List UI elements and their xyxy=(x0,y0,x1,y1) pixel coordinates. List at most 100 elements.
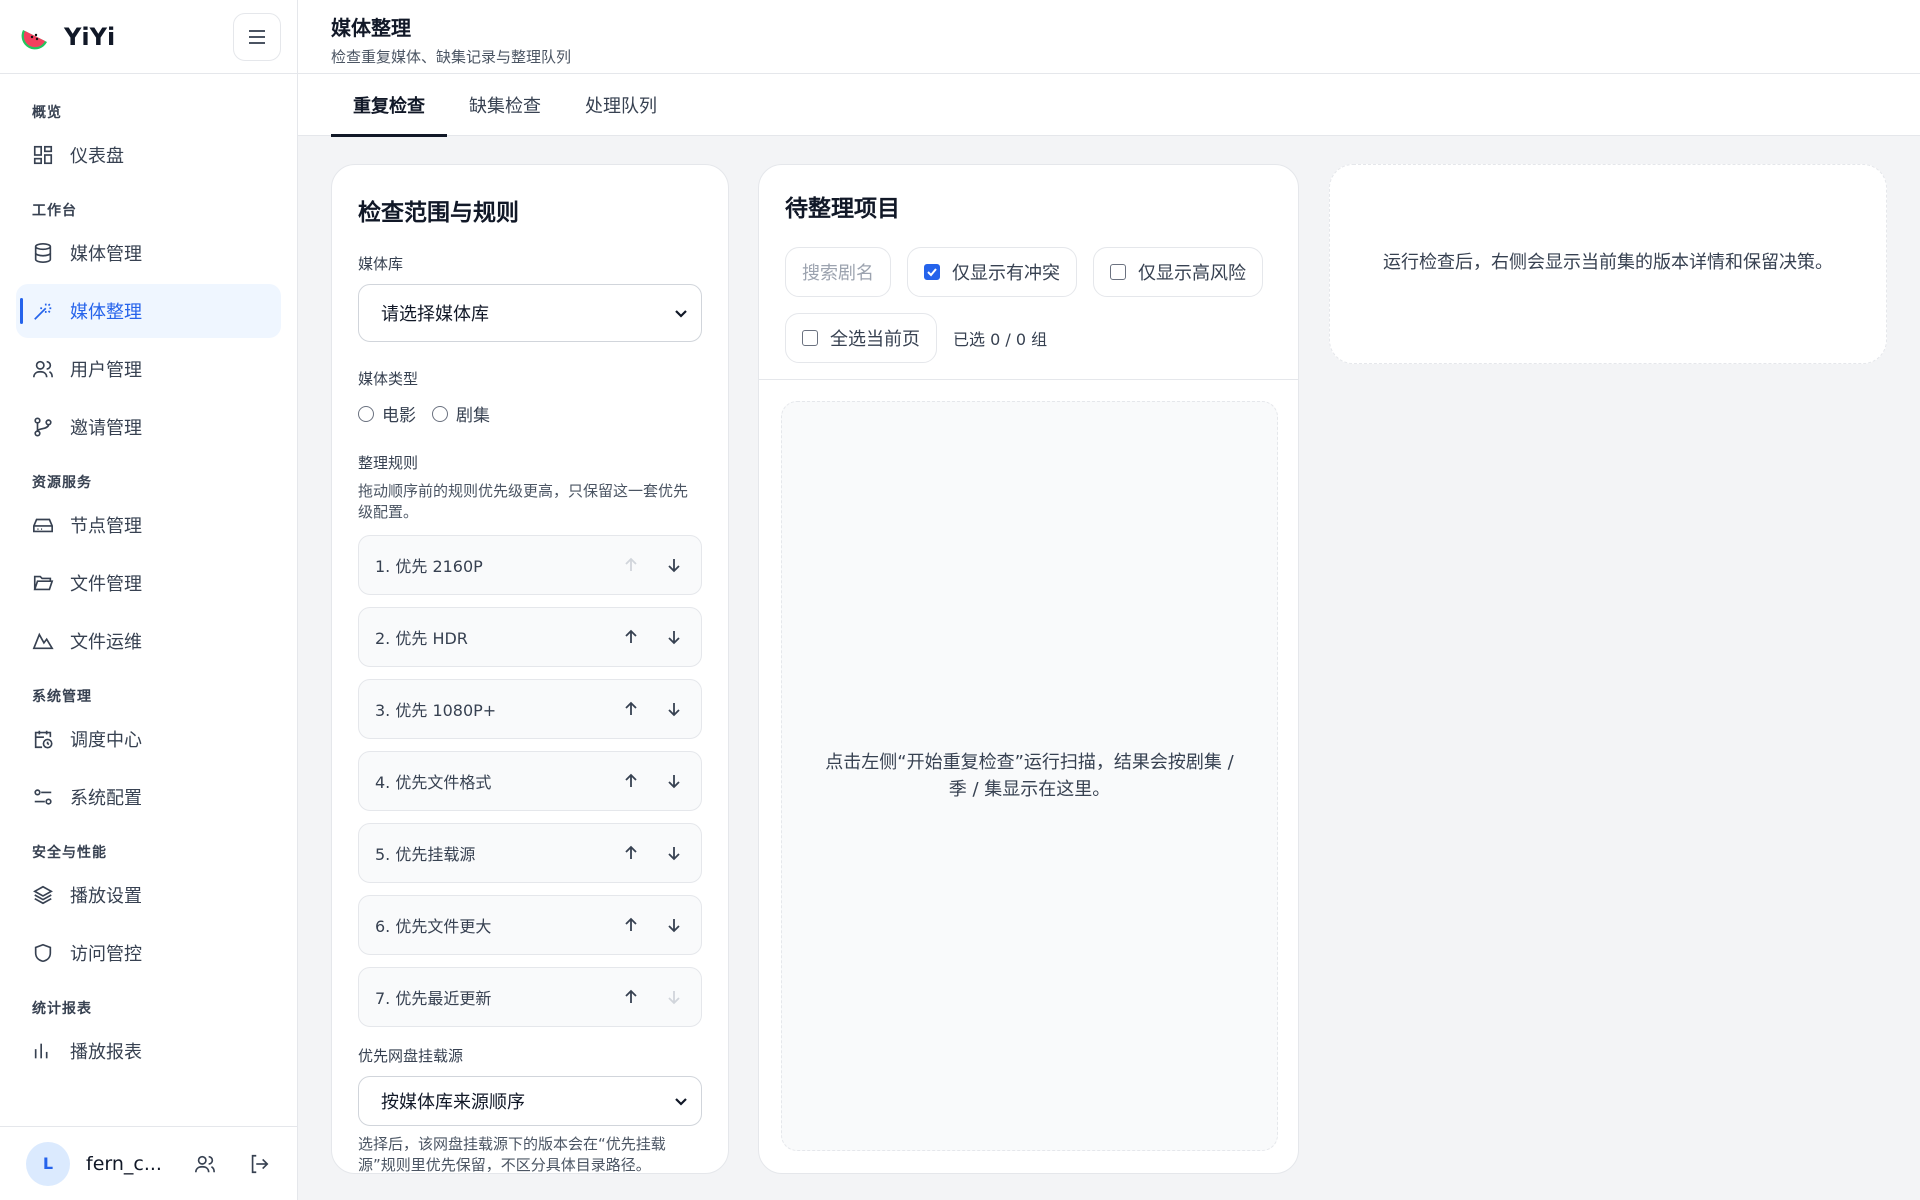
filter-conflict-checkbox[interactable]: 仅显示有冲突 xyxy=(907,247,1077,297)
sidebar-item-label: 节点管理 xyxy=(70,516,142,537)
checkbox[interactable] xyxy=(802,330,818,346)
rule-item[interactable]: 2. 优先 HDR xyxy=(358,607,702,667)
mount-source-select[interactable]: 按媒体库来源顺序 xyxy=(358,1076,702,1126)
sidebar-item-playback-settings[interactable]: 播放设置 xyxy=(16,868,281,922)
page-title: 媒体整理 xyxy=(331,16,411,40)
move-up-button[interactable] xyxy=(620,698,642,720)
sidebar-item-media-organize[interactable]: 媒体整理 xyxy=(16,284,281,338)
rule-label: 5. 优先挂载源 xyxy=(375,845,476,864)
rule-item[interactable]: 5. 优先挂载源 xyxy=(358,823,702,883)
hard-drive-icon xyxy=(33,518,53,533)
arrow-down-icon xyxy=(668,847,680,861)
sidebar-item-file-ops[interactable]: 文件运维 xyxy=(16,614,281,668)
sidebar-item-system-config[interactable]: 系统配置 xyxy=(16,770,281,824)
sidebar-item-label: 播放设置 xyxy=(70,886,142,907)
sidebar-item-media-management[interactable]: 媒体管理 xyxy=(16,226,281,280)
page-subtitle: 检查重复媒体、缺集记录与整理队列 xyxy=(331,48,572,66)
menu-toggle-button[interactable] xyxy=(233,12,281,61)
media-type-label: 媒体类型 xyxy=(358,370,419,388)
user-bar: L fern_c... xyxy=(0,1126,297,1200)
filter-label: 仅显示高风险 xyxy=(1138,263,1246,284)
arrow-up-icon xyxy=(625,989,637,1003)
rules-list: 1. 优先 2160P 2. 优先 HDR 3. 优先 1080P+ 4. 优先… xyxy=(358,535,702,1027)
arrow-up-icon xyxy=(625,557,637,571)
filter-risk-checkbox[interactable]: 仅显示高风险 xyxy=(1093,247,1263,297)
radio-circle[interactable] xyxy=(432,405,448,422)
select-page-label: 全选当前页 xyxy=(830,329,920,350)
tab-duplicate-check[interactable]: 重复检查 xyxy=(331,74,447,137)
move-up-button[interactable] xyxy=(620,914,642,936)
rule-item[interactable]: 3. 优先 1080P+ xyxy=(358,679,702,739)
rule-item[interactable]: 7. 优先最近更新 xyxy=(358,967,702,1027)
nav-group-title: 安全与性能 xyxy=(32,845,107,861)
layers-icon xyxy=(33,885,53,905)
radio-circle[interactable] xyxy=(358,405,374,422)
radio-label: 剧集 xyxy=(456,406,490,426)
rule-item[interactable]: 6. 优先文件更大 xyxy=(358,895,702,955)
watermelon-logo-icon xyxy=(21,29,47,49)
move-down-button[interactable] xyxy=(663,698,685,720)
arrow-up-icon xyxy=(625,845,637,859)
sidebar-item-scheduler[interactable]: 调度中心 xyxy=(16,712,281,766)
arrow-up-icon xyxy=(625,629,637,643)
move-down-button[interactable] xyxy=(663,842,685,864)
rule-item[interactable]: 1. 优先 2160P xyxy=(358,535,702,595)
sidebar-item-users[interactable]: 用户管理 xyxy=(16,342,281,396)
rules-hint: 拖动顺序前的规则优先级更高，只保留这一套优先级配置。 xyxy=(358,482,689,521)
rule-label: 3. 优先 1080P+ xyxy=(375,701,497,720)
chevron-down-icon xyxy=(675,1098,687,1106)
select-page-checkbox[interactable]: 全选当前页 xyxy=(785,313,937,363)
move-up-button[interactable] xyxy=(620,842,642,864)
sidebar-item-nodes[interactable]: 节点管理 xyxy=(16,498,281,552)
sidebar-item-dashboard[interactable]: 仪表盘 xyxy=(16,128,281,182)
move-down-button[interactable] xyxy=(663,554,685,576)
move-up-button[interactable] xyxy=(620,986,642,1008)
sidebar-item-access-control[interactable]: 访问管控 xyxy=(16,926,281,980)
move-up-button[interactable] xyxy=(620,554,642,576)
sidebar-item-label: 媒体管理 xyxy=(70,244,142,265)
chevron-down-icon xyxy=(675,310,687,318)
sidebar-item-playback-report[interactable]: 播放报表 xyxy=(16,1024,281,1078)
radio-movie[interactable]: 电影 xyxy=(358,401,416,426)
move-down-button[interactable] xyxy=(663,626,685,648)
card-title: 待整理项目 xyxy=(785,196,900,222)
tab-process-queue[interactable]: 处理队列 xyxy=(563,74,679,136)
sidebar: YiYi 概览 仪表盘 工作台 媒体管理 媒体整理 用户管理 邀请管理 资源服务 xyxy=(0,0,298,1200)
move-up-button[interactable] xyxy=(620,626,642,648)
arrow-up-icon xyxy=(625,917,637,931)
switch-account-button[interactable] xyxy=(190,1149,220,1179)
arrow-down-icon xyxy=(668,631,680,645)
sidebar-item-label: 系统配置 xyxy=(70,788,142,809)
radio-label: 电影 xyxy=(382,406,416,426)
move-down-button[interactable] xyxy=(663,986,685,1008)
shield-icon xyxy=(34,943,52,963)
radio-series[interactable]: 剧集 xyxy=(432,401,490,426)
sidebar-item-files[interactable]: 文件管理 xyxy=(16,556,281,610)
magic-wand-icon xyxy=(34,303,52,320)
checkbox[interactable] xyxy=(1110,264,1126,280)
checkbox-checked[interactable] xyxy=(924,264,940,280)
search-input[interactable]: 搜索剧名 xyxy=(785,247,891,297)
library-select[interactable]: 请选择媒体库 xyxy=(358,284,702,342)
rule-label: 6. 优先文件更大 xyxy=(375,917,492,936)
check-icon xyxy=(927,268,937,277)
detail-card: 运行检查后，右侧会显示当前集的版本详情和保留决策。 xyxy=(1329,164,1887,364)
card-title: 检查范围与规则 xyxy=(358,200,519,226)
selection-row: 全选当前页 已选 0 / 0 组 xyxy=(785,313,1272,363)
pending-items-card: 待整理项目 搜索剧名 仅显示有冲突 仅显示高风险 全选当前页 已选 0 / 0 … xyxy=(758,164,1299,1174)
arrow-down-icon xyxy=(668,559,680,573)
pending-items-header: 待整理项目 搜索剧名 仅显示有冲突 仅显示高风险 全选当前页 已选 0 / 0 … xyxy=(759,165,1298,380)
rules-label: 整理规则 xyxy=(358,454,419,472)
tab-missing-episodes[interactable]: 缺集检查 xyxy=(447,74,563,136)
rule-item[interactable]: 4. 优先文件格式 xyxy=(358,751,702,811)
move-down-button[interactable] xyxy=(663,770,685,792)
rule-label: 2. 优先 HDR xyxy=(375,629,468,648)
move-down-button[interactable] xyxy=(663,914,685,936)
folder-icon xyxy=(33,575,54,591)
sidebar-item-invites[interactable]: 邀请管理 xyxy=(16,400,281,454)
avatar[interactable]: L xyxy=(26,1141,70,1186)
selected-count: 已选 0 / 0 组 xyxy=(953,330,1048,349)
sidebar-item-label: 访问管控 xyxy=(70,944,142,965)
logout-button[interactable] xyxy=(244,1149,274,1179)
move-up-button[interactable] xyxy=(620,770,642,792)
